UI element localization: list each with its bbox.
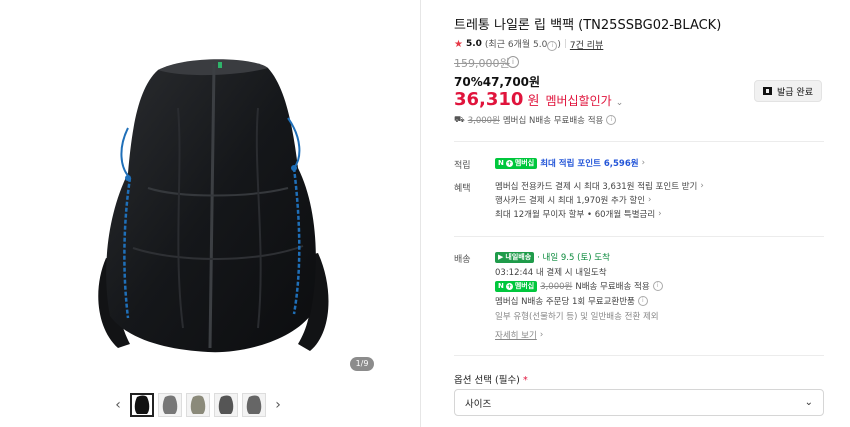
- naver-n-icon: N: [498, 282, 504, 290]
- plus-icon: +: [505, 282, 513, 290]
- truck-icon: ▶: [498, 253, 504, 261]
- points-value: 6,596원: [603, 159, 639, 169]
- points-label: 적립: [454, 161, 471, 171]
- perk-text: 멤버십 전용카드 결제 시 최대 3,631원 적립 포인트 받기: [495, 182, 698, 192]
- original-price: 159,000원: [454, 57, 510, 70]
- shipping-strike-price: 3,000원: [540, 282, 573, 292]
- review-link[interactable]: 7건 리뷰: [570, 38, 603, 51]
- thumbnail-image: [162, 395, 178, 414]
- image-counter: 1/9: [350, 357, 374, 371]
- rating-recent: (최근 6개월 5.0 i): [485, 37, 561, 51]
- sale-price: 70%47,700원: [454, 75, 541, 89]
- exchange-text: 멤버십 N배송 주문당 1회 무료교환반품: [495, 297, 635, 307]
- perk-line[interactable]: 행사카드 결제 시 최대 1,970원 추가 할인 ›: [495, 194, 651, 206]
- option-label-text: 옵션 선택 (필수): [454, 375, 520, 386]
- thumbnail-image: [190, 395, 206, 414]
- product-gallery: 1/9 ‹ ›: [0, 0, 420, 427]
- chevron-down-icon: ⌄: [804, 397, 813, 408]
- naver-membership-badge: N + 멤버십: [495, 280, 538, 292]
- exchange-row: 멤버십 N배송 주문당 1회 무료교환반품 i: [495, 295, 648, 307]
- size-select[interactable]: 사이즈 ⌄: [454, 389, 824, 416]
- more-link[interactable]: 자세히 보기 ›: [495, 329, 543, 341]
- plus-icon: +: [505, 159, 513, 167]
- thumbnail[interactable]: [130, 393, 154, 417]
- thumbnail[interactable]: [214, 393, 238, 417]
- thumbnail-image: [218, 395, 234, 414]
- more-link-label: 자세히 보기: [495, 331, 537, 341]
- member-price[interactable]: 36,310 원 멤버십할인가 ⌄: [454, 89, 623, 110]
- separator: |: [563, 39, 567, 49]
- divider: [420, 0, 421, 427]
- shipping-strike-price: 3,000원: [467, 116, 500, 126]
- shipping-note: ⛟ 3,000원 멤버십 N배송 무료배송 적용 i: [454, 114, 617, 126]
- rating-score: 5.0: [465, 39, 482, 49]
- product-title: 트레통 나일론 립 백팩 (TN25SSBG02-BLACK): [454, 18, 722, 33]
- thumbnail-image: [134, 395, 150, 414]
- perk-text: 행사카드 결제 시 최대 1,970원 추가 할인: [495, 196, 646, 206]
- rating-recent-close: ): [557, 40, 561, 50]
- rating-row: ★ 5.0 (최근 6개월 5.0 i) | 7건 리뷰: [454, 37, 603, 51]
- size-select-value: 사이즈: [465, 398, 492, 410]
- member-price-label: 멤버십할인가: [545, 94, 612, 108]
- naver-membership-badge: N + 멤버십: [495, 157, 538, 169]
- exclude-note: 일부 유형(선물하기 등) 및 일반배송 전환 제외: [495, 312, 659, 322]
- member-price-amount: 36,310: [454, 89, 524, 110]
- info-icon[interactable]: i: [637, 296, 648, 306]
- perk-line[interactable]: 최대 12개월 무이자 할부 • 60개월 특별금리 ›: [495, 208, 662, 220]
- naver-n-icon: N: [498, 159, 504, 167]
- free-shipping-row: N + 멤버십 3,000원 N배송 무료배송 적용 i: [495, 280, 663, 292]
- membership-badge-label: 멤버십: [514, 159, 535, 167]
- thumbnail-image: [246, 395, 262, 414]
- product-image: [98, 59, 329, 353]
- perk-text: 최대 12개월 무이자 할부 • 60개월 특별금리: [495, 210, 656, 220]
- thumbnail[interactable]: [186, 393, 210, 417]
- next-arrow-icon[interactable]: ›: [270, 397, 286, 413]
- info-icon[interactable]: i: [652, 281, 663, 291]
- required-mark: *: [522, 375, 528, 386]
- divider: [454, 355, 824, 356]
- perk-line[interactable]: 멤버십 전용카드 결제 시 최대 3,631원 적립 포인트 받기 ›: [495, 180, 704, 192]
- rating-recent-text: (최근 6개월 5.0: [484, 40, 548, 50]
- thumbnail-strip: ‹ ›: [110, 391, 286, 419]
- tomorrow-delivery-badge: ▶ 내일배송: [495, 251, 535, 263]
- chevron-down-icon: ⌄: [615, 98, 624, 108]
- membership-badge-label: 멤버십: [514, 282, 535, 290]
- points-text: 최대 적립 포인트: [540, 159, 601, 169]
- delivery-cutoff: 03:12:44 내 결제 시 내일도착: [495, 268, 607, 278]
- chevron-right-icon: ›: [641, 158, 645, 168]
- thumbnail[interactable]: [158, 393, 182, 417]
- delivery-eta-row: ▶ 내일배송 · 내일 9.5 (토) 도착: [495, 251, 610, 263]
- chevron-right-icon: ›: [648, 195, 652, 205]
- free-shipping-text: N배송 무료배송 적용: [575, 282, 650, 292]
- info-icon[interactable]: i: [507, 56, 519, 68]
- member-price-unit: 원: [527, 94, 540, 109]
- thumbnail[interactable]: [242, 393, 266, 417]
- info-icon[interactable]: i: [606, 115, 617, 125]
- coupon-icon: [763, 87, 772, 95]
- divider: [454, 236, 824, 237]
- chevron-right-icon: ›: [658, 209, 662, 219]
- truck-icon: ⛟: [454, 114, 465, 125]
- shipping-note-text: 멤버십 N배송 무료배송 적용: [502, 116, 604, 126]
- coupon-button-label: 발급 완료: [777, 87, 813, 98]
- divider: [454, 141, 824, 142]
- chevron-right-icon: ›: [539, 330, 544, 340]
- prev-arrow-icon[interactable]: ‹: [110, 397, 126, 413]
- delivery-label: 배송: [454, 255, 471, 265]
- option-label: 옵션 선택 (필수) *: [454, 372, 528, 386]
- star-icon: ★: [454, 38, 463, 50]
- points-row[interactable]: N + 멤버십 최대 적립 포인트 6,596원 ›: [495, 157, 645, 169]
- info-icon[interactable]: i: [547, 41, 558, 51]
- delivery-eta: · 내일 9.5 (토) 도착: [537, 253, 610, 263]
- perks-label: 혜택: [454, 184, 471, 194]
- chevron-right-icon: ›: [700, 181, 704, 191]
- coupon-button[interactable]: 발급 완료: [754, 80, 822, 102]
- tomorrow-delivery-label: 내일배송: [505, 253, 532, 261]
